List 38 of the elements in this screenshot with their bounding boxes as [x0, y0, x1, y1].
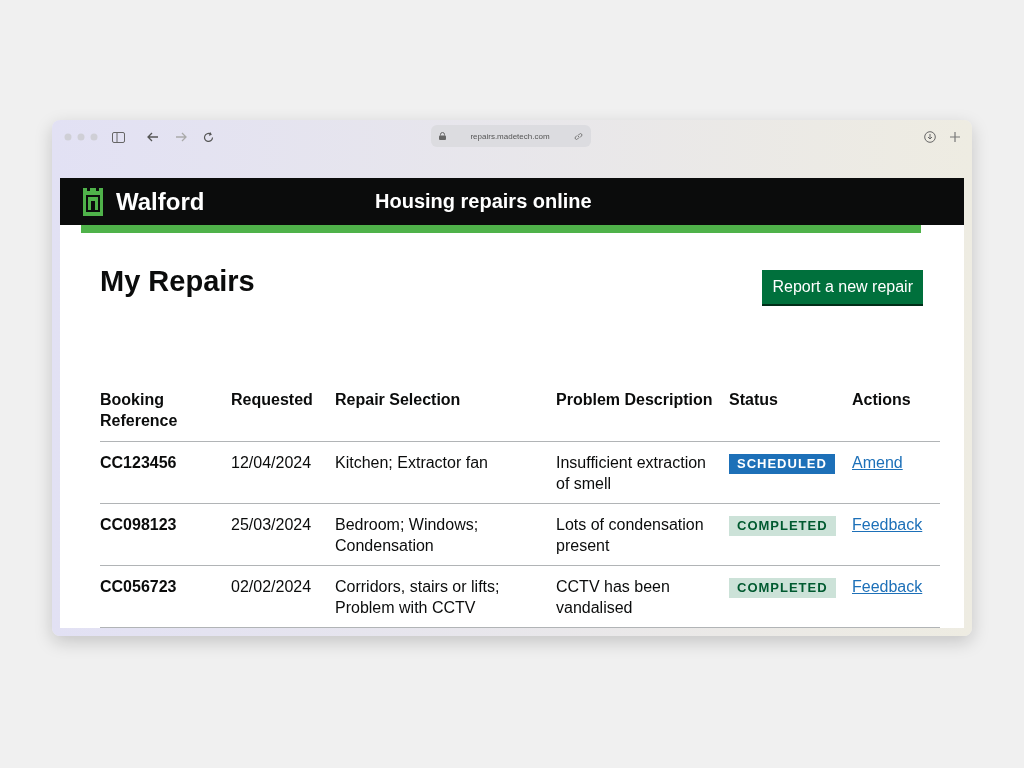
download-icon[interactable] [924, 131, 936, 143]
column-header: Requested [231, 389, 335, 442]
status-tag: COMPLETED [729, 578, 836, 598]
table-cell: CC056723 [100, 565, 231, 628]
page-title: My Repairs [100, 265, 255, 298]
column-header: Repair Selection [335, 389, 556, 442]
plus-icon[interactable] [950, 132, 960, 142]
column-header: Actions [852, 389, 940, 442]
report-button[interactable]: Report a new repair [762, 270, 923, 304]
lock-icon [439, 132, 446, 140]
table-cell: 25/03/2024 [231, 503, 335, 566]
table-cell: Corridors, stairs or lifts; Problem with CCTV [335, 565, 556, 628]
link-icon[interactable] [574, 131, 583, 141]
table-cell: Bedroom; Windows; Condensation [335, 503, 556, 566]
table-cell: CC098123 [100, 503, 231, 566]
status-tag: SCHEDULED [729, 454, 835, 474]
address-bar[interactable]: repairs.madetech.com [431, 125, 591, 147]
service-name: Housing repairs online [375, 190, 592, 213]
column-header: Booking Reference [100, 389, 231, 442]
brand-name[interactable]: Walford [116, 187, 205, 216]
action-link[interactable]: Feedback [852, 578, 923, 595]
action-link[interactable]: Feedback [852, 516, 923, 533]
action-link[interactable]: Amend [852, 454, 903, 471]
sidebar-icon[interactable] [112, 131, 125, 143]
status-tag: COMPLETED [729, 516, 836, 536]
url-text: repairs.madetech.com [470, 131, 550, 141]
table-cell: Kitchen; Extractor fan [335, 441, 556, 504]
column-header: Status [729, 389, 852, 442]
table-cell: 02/02/2024 [231, 565, 335, 628]
castle-icon [82, 187, 104, 216]
table-cell: Lots of condensation present [556, 503, 729, 566]
table-cell: CCTV has been vandalised [556, 565, 729, 628]
back-icon[interactable] [147, 132, 159, 142]
table-cell: CC123456 [100, 441, 231, 504]
table-cell: Insufficient extraction of smell [556, 441, 729, 504]
column-header: Problem Description [556, 389, 729, 442]
table-cell: 12/04/2024 [231, 441, 335, 504]
reload-icon[interactable] [203, 131, 214, 143]
